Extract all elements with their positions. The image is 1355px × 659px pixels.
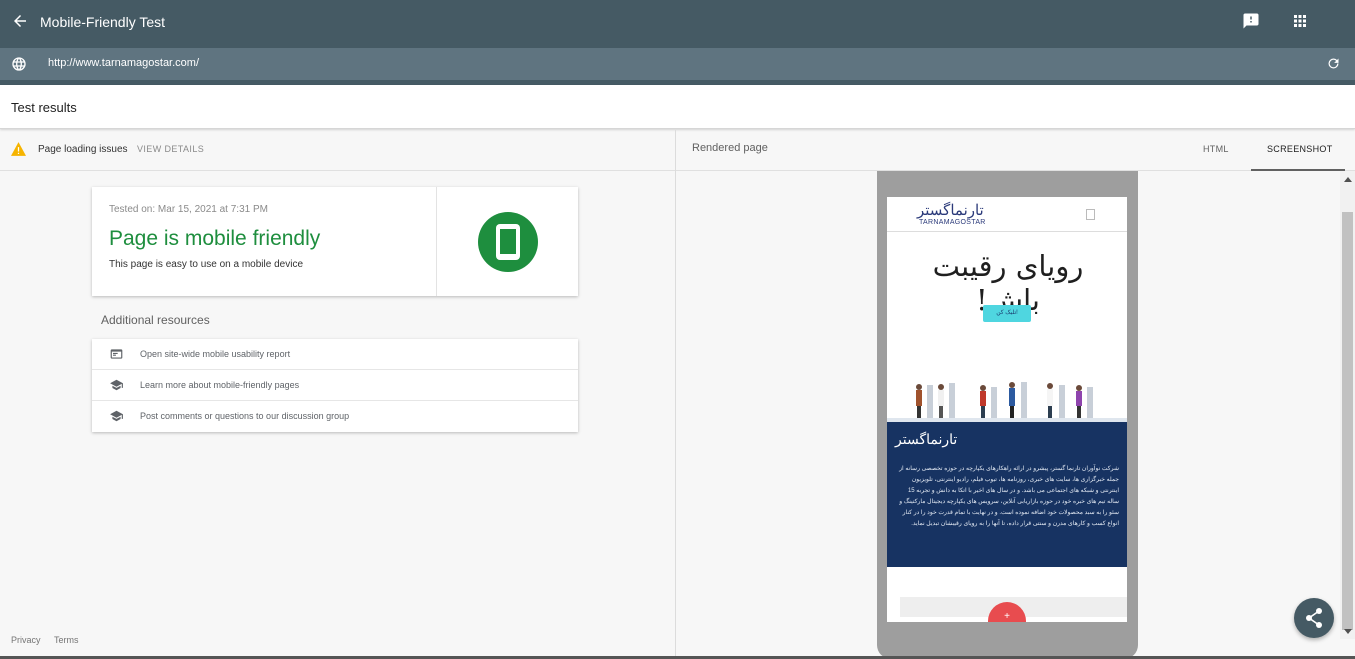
share-button[interactable] — [1294, 598, 1334, 638]
results-title: Test results — [11, 100, 77, 115]
privacy-link[interactable]: Privacy — [11, 635, 41, 645]
resource-learn-more[interactable]: Learn more about mobile-friendly pages — [92, 370, 578, 401]
tab-html[interactable]: HTML — [1203, 144, 1229, 154]
site-cta-button: تلیک کن! — [983, 305, 1031, 322]
warning-icon — [11, 142, 26, 156]
url-text: http://www.tarnamagostar.com/ — [48, 57, 200, 69]
card-divider — [436, 187, 437, 296]
school-icon — [110, 410, 123, 422]
site-header: تارنماگستر TARNAMAGOSTAR — [887, 197, 1127, 232]
school-icon — [110, 379, 123, 391]
preview-scrollbar[interactable] — [1340, 171, 1355, 639]
team-illustration — [887, 382, 1127, 422]
tested-on: Tested on: Mar 15, 2021 at 7:31 PM — [109, 204, 268, 215]
resource-label: Post comments or questions to our discus… — [140, 411, 350, 421]
rendered-page-header: Rendered page HTML SCREENSHOT — [676, 130, 1355, 171]
resources-list: Open site-wide mobile usability report L… — [92, 339, 578, 432]
additional-resources-title: Additional resources — [101, 313, 210, 327]
verdict-subtitle: This page is easy to use on a mobile dev… — [109, 259, 303, 270]
tab-screenshot[interactable]: SCREENSHOT — [1251, 130, 1345, 171]
reload-icon[interactable] — [1326, 56, 1341, 71]
rendered-page-label: Rendered page — [692, 142, 768, 154]
results-panel: Page loading issues VIEW DETAILS Tested … — [0, 130, 675, 659]
site-footer-logo: تارنماگستر — [895, 432, 958, 448]
resource-discussion-group[interactable]: Post comments or questions to our discus… — [92, 401, 578, 432]
verdict-card: Tested on: Mar 15, 2021 at 7:31 PM Page … — [92, 187, 578, 296]
apps-grid-icon[interactable] — [1291, 12, 1309, 30]
smartphone-icon — [496, 224, 520, 260]
terms-link[interactable]: Terms — [54, 635, 79, 645]
resource-label: Learn more about mobile-friendly pages — [140, 380, 300, 390]
verdict-title: Page is mobile friendly — [109, 227, 321, 250]
issues-label: Page loading issues — [38, 144, 128, 155]
back-arrow-icon[interactable] — [11, 12, 29, 30]
tab-screenshot-label: SCREENSHOT — [1267, 144, 1333, 154]
feedback-icon[interactable] — [1242, 12, 1260, 30]
app-title: Mobile-Friendly Test — [40, 14, 166, 30]
scroll-thumb[interactable] — [1342, 212, 1353, 630]
report-icon — [110, 349, 123, 359]
site-menu-icon — [1086, 209, 1095, 220]
results-header: Test results — [0, 85, 1355, 129]
site-about-text: شرکت نوآوران تارنما گستر، پیشرو در ارائه… — [899, 466, 1119, 527]
site-about-section: تارنماگستر شرکت نوآوران تارنما گستر، پیش… — [887, 422, 1127, 567]
globe-icon — [12, 57, 26, 71]
page-loading-issues: Page loading issues VIEW DETAILS — [0, 130, 675, 171]
rendered-page-panel: Rendered page HTML SCREENSHOT تارنماگستر… — [676, 130, 1355, 659]
mobile-friendly-badge — [478, 212, 538, 272]
app-header: Mobile-Friendly Test http://www.tarnamag… — [0, 0, 1355, 85]
resource-usability-report[interactable]: Open site-wide mobile usability report — [92, 339, 578, 370]
site-logo-latin: TARNAMAGOSTAR — [919, 219, 986, 226]
scroll-up-arrow-icon[interactable] — [1344, 177, 1352, 182]
view-details-link[interactable]: VIEW DETAILS — [137, 144, 204, 154]
share-icon — [1306, 608, 1322, 628]
url-bar[interactable]: http://www.tarnamagostar.com/ — [0, 48, 1355, 80]
resource-label: Open site-wide mobile usability report — [140, 349, 291, 359]
site-logo: تارنماگستر — [917, 201, 984, 219]
scroll-down-arrow-icon[interactable] — [1344, 629, 1352, 634]
phone-frame: تارنماگستر TARNAMAGOSTAR رویای رقیبت باش… — [877, 171, 1138, 659]
rendered-screenshot: تارنماگستر TARNAMAGOSTAR رویای رقیبت باش… — [887, 197, 1127, 622]
